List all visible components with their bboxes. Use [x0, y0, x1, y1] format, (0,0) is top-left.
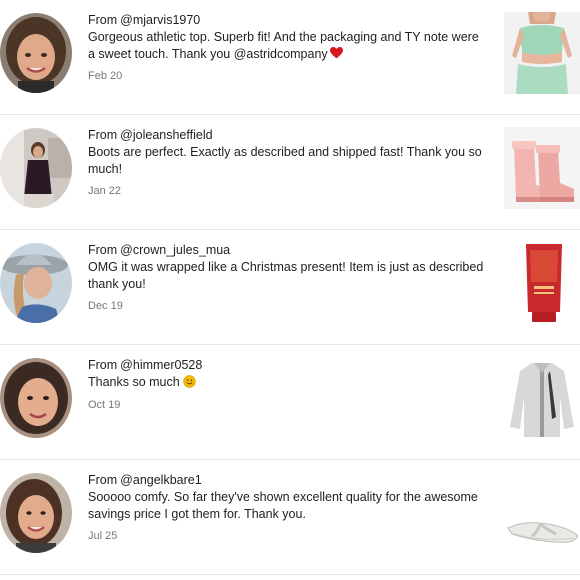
review-text: Boots are perfect. Exactly as described … [88, 145, 482, 176]
review-text: Sooooo comfy. So far they've shown excel… [88, 490, 478, 521]
from-label: From [88, 473, 118, 487]
from-label: From [88, 358, 118, 372]
review-text: Thanks so much [88, 375, 180, 389]
review-date: Oct 19 [88, 398, 121, 411]
from-label: From [88, 128, 118, 142]
from-label: From [88, 13, 118, 27]
review-date: Jan 22 [88, 185, 122, 197]
review-item: From @mjarvis1970 Gorgeous athletic top.… [0, 0, 580, 115]
product-thumbnail[interactable] [504, 12, 580, 94]
heart-icon [329, 46, 343, 58]
reviewer-handle-link[interactable]: @himmer0528 [120, 357, 202, 373]
review-date: Dec 19 [88, 300, 123, 312]
product-thumbnail[interactable] [504, 357, 580, 439]
avatar[interactable] [0, 473, 72, 553]
avatar[interactable] [0, 243, 72, 323]
reviewer-handle-link[interactable]: @angelkbare1 [120, 472, 202, 488]
review-item: From @angelkbare1 Sooooo comfy. So far t… [0, 460, 580, 575]
reviewer-handle-link[interactable]: @mjarvis1970 [120, 12, 200, 28]
review-text: Gorgeous athletic top. Superb fit! And t… [88, 30, 479, 61]
from-label: From [88, 243, 118, 257]
review-date: Feb 20 [88, 70, 123, 82]
avatar[interactable] [0, 358, 72, 438]
reviewer-handle-link[interactable]: @joleansheffield [120, 127, 212, 143]
review-item: From @crown_jules_mua OMG it was wrapped… [0, 230, 580, 345]
review-date: Jul 25 [88, 530, 118, 542]
avatar[interactable] [0, 128, 72, 208]
review-text: OMG it was wrapped like a Christmas pres… [88, 260, 484, 291]
review-feed: From @mjarvis1970 Gorgeous athletic top.… [0, 0, 580, 580]
avatar[interactable] [0, 13, 72, 93]
reviewer-handle-link[interactable]: @crown_jules_mua [120, 242, 230, 258]
product-thumbnail[interactable] [504, 472, 580, 554]
review-item: From @joleansheffield Boots are perfect.… [0, 115, 580, 230]
review-item: From @himmer0528 Thanks so much Oct 19 [0, 345, 580, 460]
product-thumbnail[interactable] [504, 127, 580, 209]
product-thumbnail[interactable] [504, 242, 580, 324]
smile-emoji-icon [182, 375, 196, 388]
